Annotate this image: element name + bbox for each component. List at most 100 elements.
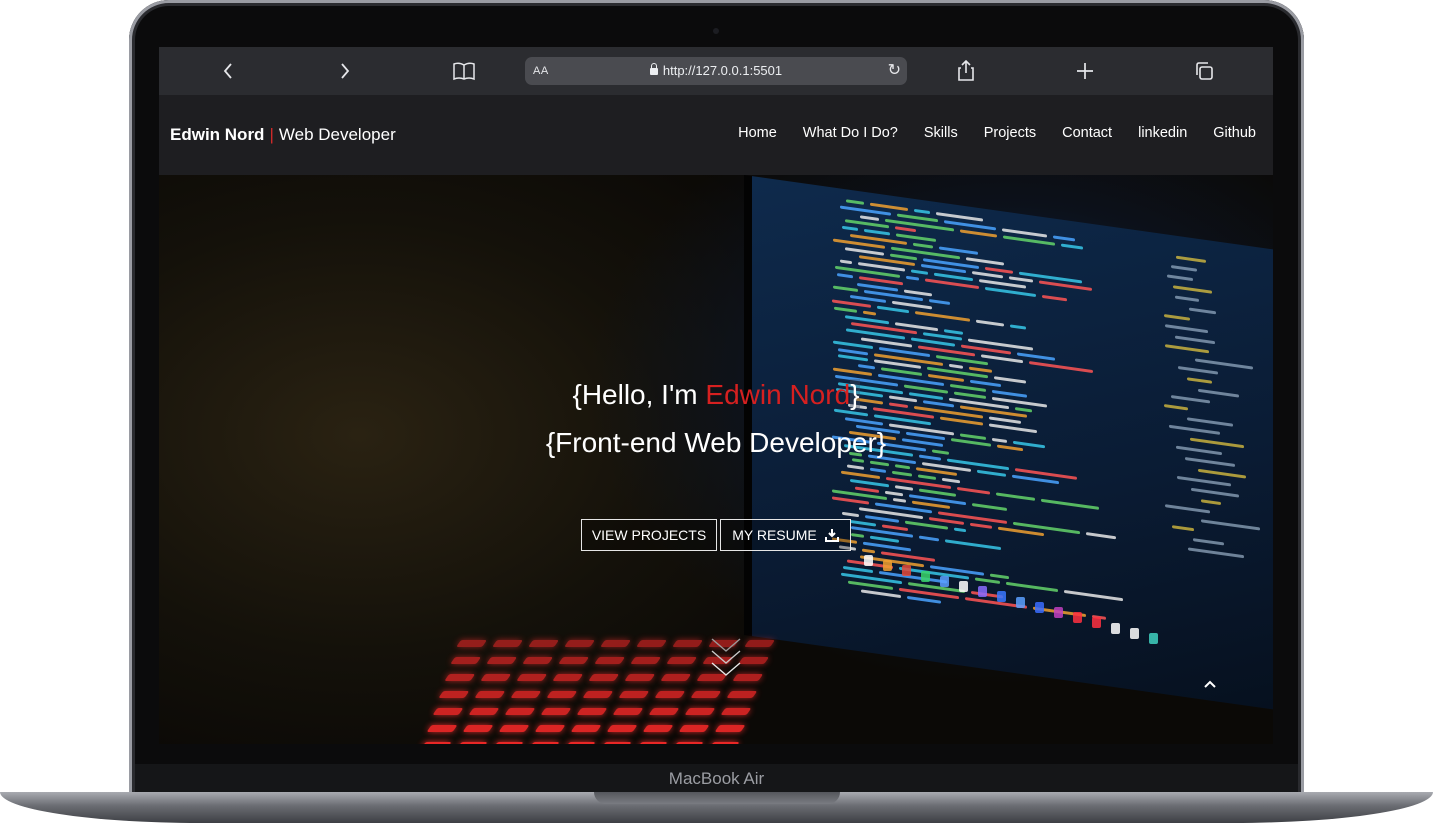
hero-greeting: {Hello, I'm Edwin Nord} xyxy=(159,371,1273,419)
code-line xyxy=(837,272,853,279)
side-panel-line xyxy=(1198,468,1246,479)
keyboard-key xyxy=(420,742,452,744)
keyboard-key xyxy=(552,674,584,681)
keyboard-key xyxy=(528,742,560,744)
taskbar-app-icon xyxy=(1016,596,1025,608)
code-line xyxy=(975,577,1000,585)
tabs-icon[interactable] xyxy=(1189,56,1219,86)
code-line xyxy=(904,289,932,297)
share-icon[interactable] xyxy=(951,56,981,86)
code-line xyxy=(1003,234,1055,246)
new-tab-icon[interactable] xyxy=(1070,56,1100,86)
code-line xyxy=(1006,582,1058,593)
keyboard-key xyxy=(600,742,632,744)
side-panel-line xyxy=(1175,335,1215,345)
keyboard-key xyxy=(564,640,596,647)
code-line xyxy=(1039,280,1092,292)
code-line xyxy=(919,535,939,542)
browser-toolbar: AA http://127.0.0.1:5501 ↻ xyxy=(159,47,1273,95)
keyboard-key xyxy=(726,691,758,698)
taskbar-app-icon xyxy=(978,586,987,598)
brand[interactable]: Edwin Nord | Web Developer xyxy=(170,125,396,145)
code-line xyxy=(832,496,869,505)
code-line xyxy=(851,533,864,539)
code-line xyxy=(860,214,879,221)
reload-icon[interactable]: ↻ xyxy=(888,60,901,80)
device-label: MacBook Air xyxy=(668,769,765,788)
side-panel-line xyxy=(1165,344,1209,354)
code-line xyxy=(858,364,875,370)
keyboard-key xyxy=(576,708,608,715)
keyboard-key xyxy=(660,674,692,681)
nav-home[interactable]: Home xyxy=(738,125,777,141)
code-line xyxy=(985,266,1013,274)
nav-projects[interactable]: Projects xyxy=(984,125,1036,141)
keyboard-key xyxy=(504,708,536,715)
keyboard-key xyxy=(474,691,506,698)
main-nav: Home What Do I Do? Skills Projects Conta… xyxy=(738,125,1256,141)
code-line xyxy=(855,486,879,493)
nav-github[interactable]: Github xyxy=(1213,125,1256,141)
brand-separator: | xyxy=(269,125,274,144)
keyboard-key xyxy=(594,657,626,664)
code-line xyxy=(942,478,960,484)
keyboard-key xyxy=(534,725,566,732)
bookmarks-icon[interactable] xyxy=(449,56,479,86)
code-line xyxy=(877,305,909,314)
code-line xyxy=(1064,590,1123,602)
keyboard-key xyxy=(744,640,776,647)
keyboard-key xyxy=(678,725,710,732)
brand-role: Web Developer xyxy=(278,125,396,144)
code-line xyxy=(972,271,1003,279)
back-icon[interactable] xyxy=(213,56,243,86)
keyboard-key xyxy=(654,691,686,698)
code-line xyxy=(864,229,890,236)
keyboard-key xyxy=(426,725,458,732)
side-panel-line xyxy=(1167,274,1193,282)
side-panel-line xyxy=(1189,307,1216,315)
code-line xyxy=(1041,498,1099,510)
hero-title-text: {Front-end Web Developer} xyxy=(545,427,887,458)
forward-icon[interactable] xyxy=(330,56,360,86)
keyboard-key xyxy=(636,742,668,744)
nav-skills[interactable]: Skills xyxy=(924,125,958,141)
keyboard-key xyxy=(672,640,704,647)
my-resume-button[interactable]: MY RESUME xyxy=(720,519,851,551)
code-line xyxy=(850,519,876,527)
nav-linkedin[interactable]: linkedin xyxy=(1138,125,1187,141)
taskbar-app-icon xyxy=(940,575,949,587)
code-line xyxy=(944,328,963,335)
keyboard-key xyxy=(618,691,650,698)
code-line xyxy=(861,589,901,598)
code-line xyxy=(972,502,1007,511)
code-line xyxy=(1017,352,1055,361)
taskbar-app-icon xyxy=(1035,601,1044,613)
code-line xyxy=(907,595,941,604)
scroll-down-icon[interactable] xyxy=(710,637,742,681)
code-line xyxy=(1061,243,1083,250)
keyboard-key xyxy=(492,640,524,647)
download-icon xyxy=(824,529,839,542)
code-line xyxy=(843,566,873,574)
laptop-chin: MacBook Air xyxy=(135,764,1298,794)
keyboard-key xyxy=(516,674,548,681)
address-bar[interactable]: AA http://127.0.0.1:5501 ↻ xyxy=(525,57,907,85)
nav-what-do-i-do[interactable]: What Do I Do? xyxy=(803,125,898,141)
code-line xyxy=(1009,276,1033,284)
lock-icon xyxy=(649,63,658,75)
keyboard-key xyxy=(612,708,644,715)
back-to-top-icon[interactable] xyxy=(1203,673,1217,694)
nav-contact[interactable]: Contact xyxy=(1062,125,1112,141)
keyboard-key xyxy=(690,691,722,698)
taskbar-app-icon xyxy=(864,555,873,566)
code-line xyxy=(885,490,903,496)
side-panel-line xyxy=(1176,255,1206,263)
keyboard-key xyxy=(498,725,530,732)
view-projects-button[interactable]: VIEW PROJECTS xyxy=(581,519,717,551)
taskbar-app-icon xyxy=(1149,633,1158,644)
keyboard-key xyxy=(624,674,656,681)
code-line xyxy=(957,486,990,495)
keyboard-key xyxy=(666,657,698,664)
keyboard-key xyxy=(720,708,752,715)
side-panel-line xyxy=(1175,295,1199,302)
